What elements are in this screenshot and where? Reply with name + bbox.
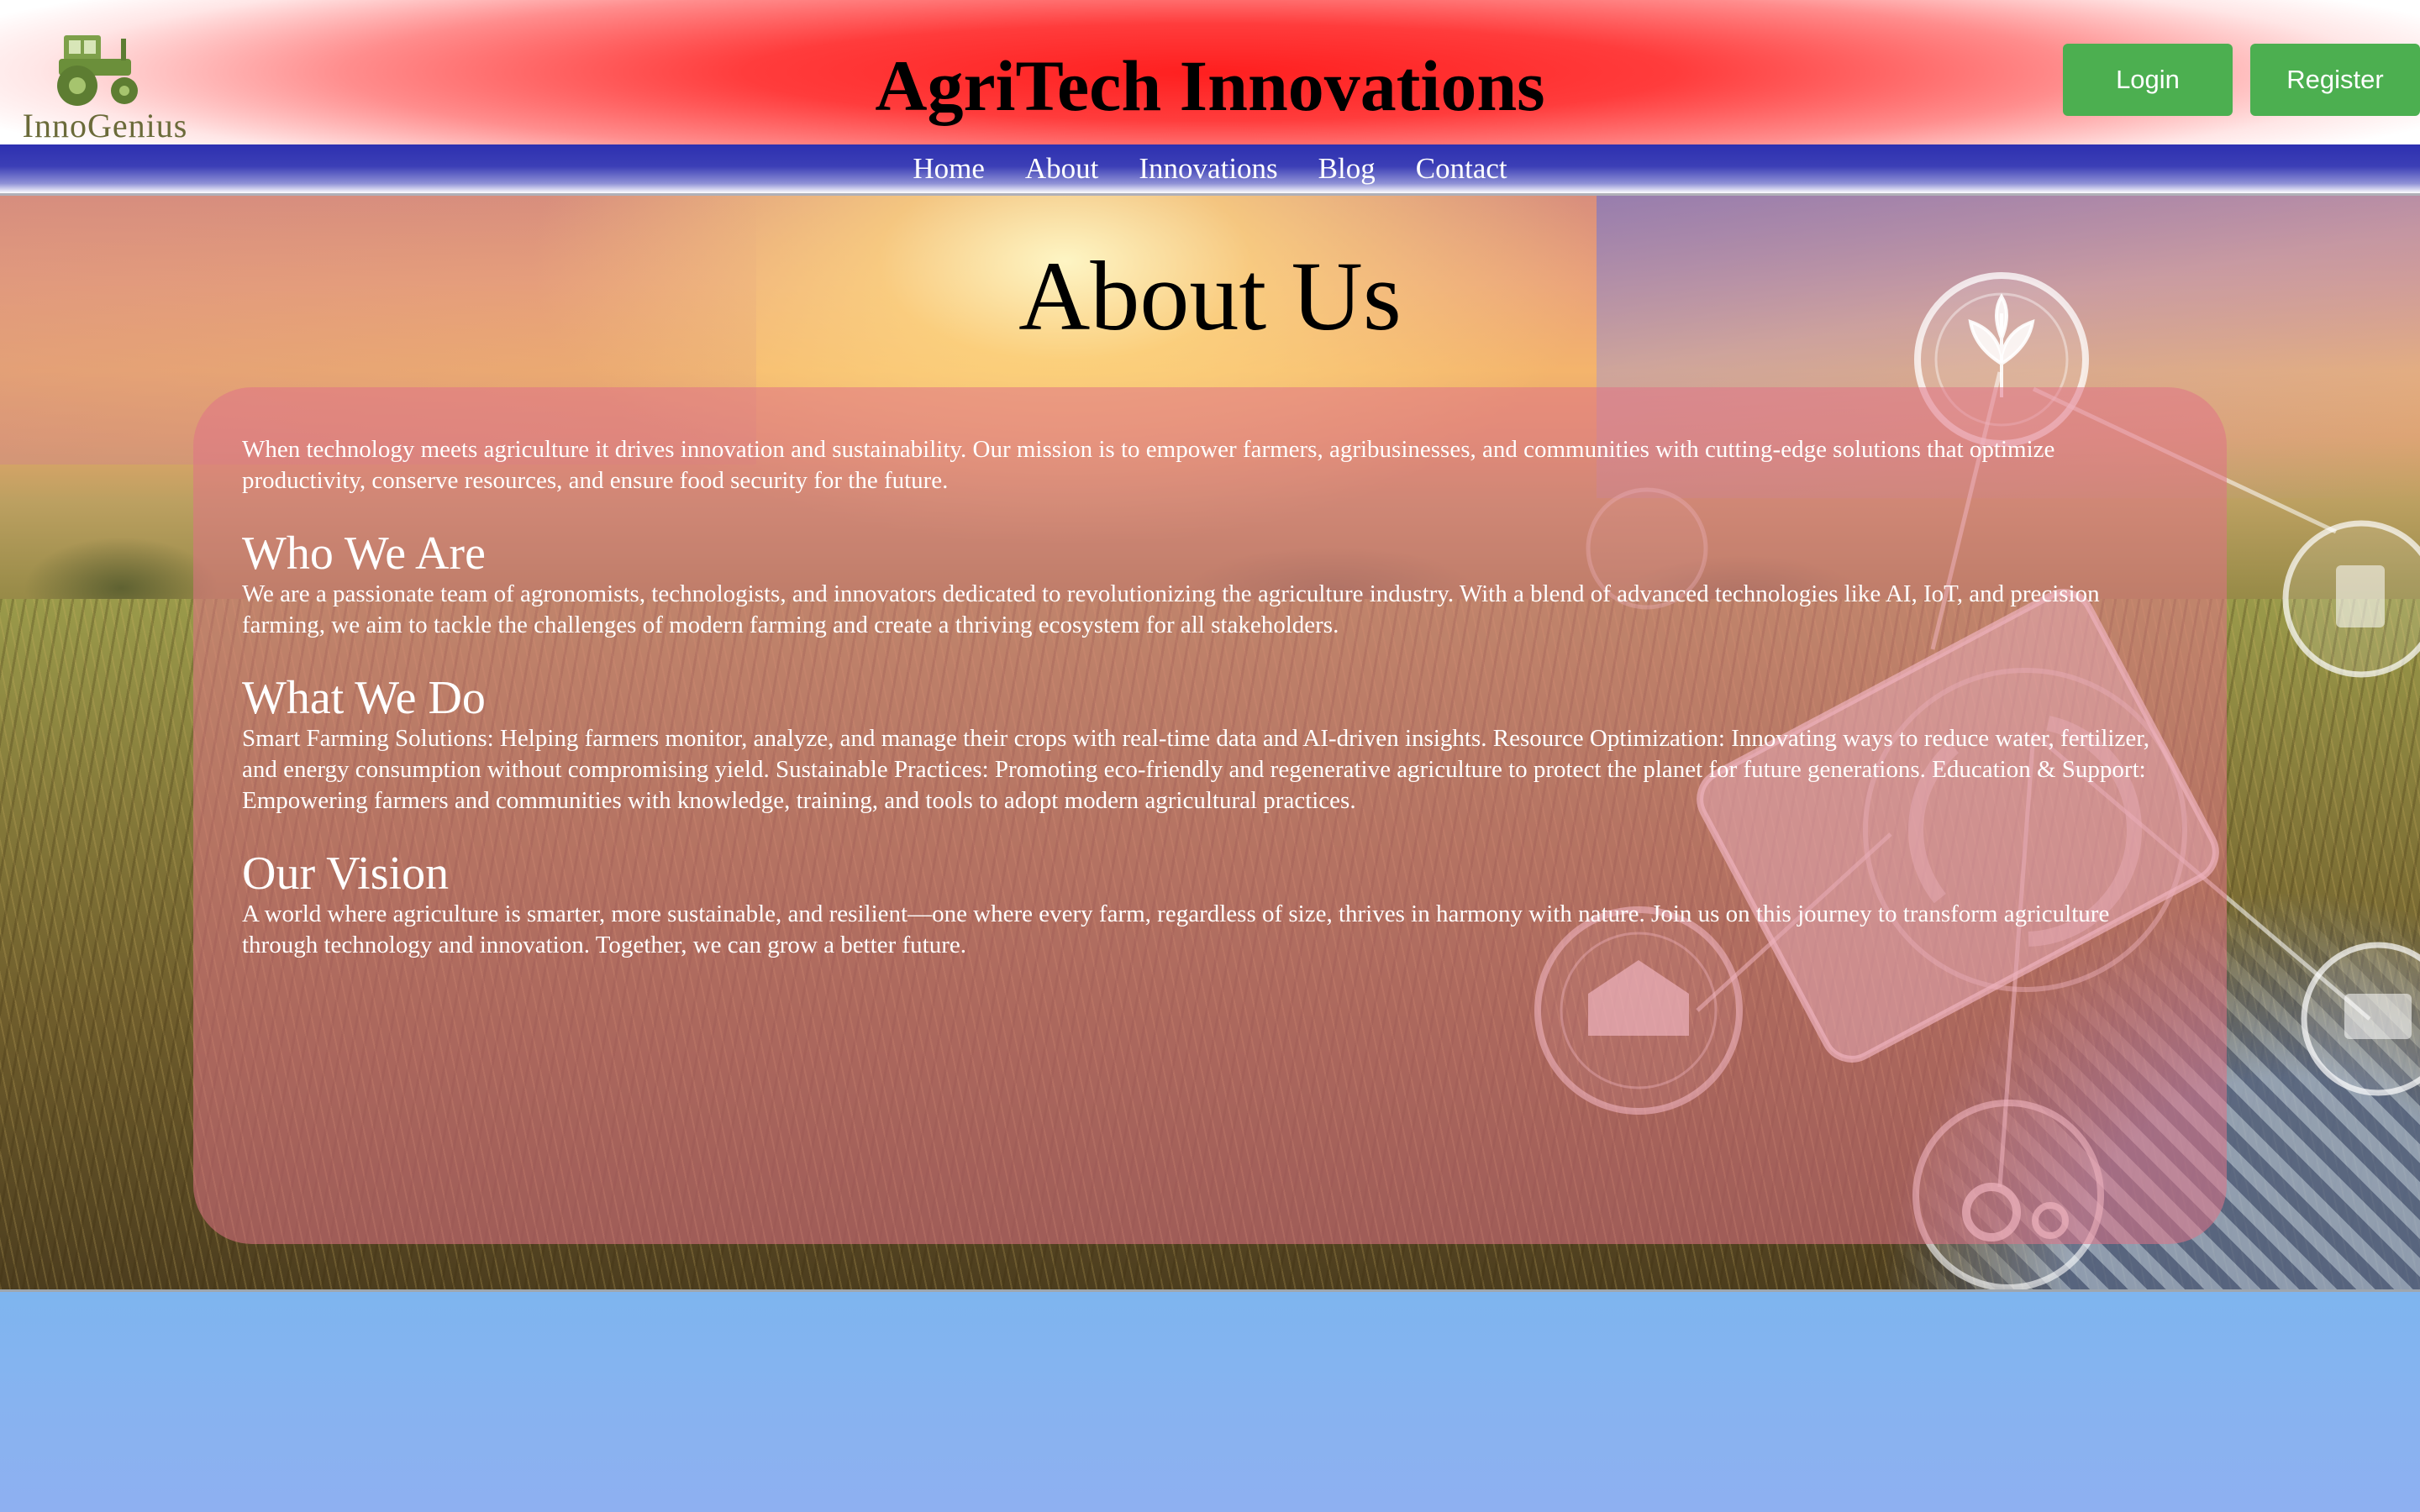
section-who-we-are: Who We Are We are a passionate team of a… — [242, 528, 2178, 641]
site-title: AgriTech Innovations — [875, 45, 1545, 126]
page-title: About Us — [1018, 241, 1402, 351]
section-heading: Our Vision — [242, 848, 450, 900]
section-what-we-do: What We Do Smart Farming Solutions: Help… — [242, 673, 2178, 816]
money-icon — [2301, 942, 2420, 1096]
section-text: Smart Farming Solutions: Helping farmers… — [242, 725, 2149, 814]
site-header: InnoGenius AgriTech Innovations Login Re… — [0, 0, 2420, 144]
about-hero: About Us When technology meets agricultu… — [0, 196, 2420, 1289]
nav-item-contact[interactable]: Contact — [1416, 152, 1507, 186]
nav-item-blog[interactable]: Blog — [1318, 152, 1376, 186]
section-heading: Who We Are — [242, 528, 486, 580]
section-heading: What We Do — [242, 672, 486, 724]
section-text: We are a passionate team of agronomists,… — [242, 580, 2100, 638]
section-our-vision: Our Vision A world where agriculture is … — [242, 848, 2178, 961]
register-button[interactable]: Register — [2250, 44, 2420, 116]
about-content-card: When technology meets agriculture it dri… — [193, 387, 2227, 1244]
intro-paragraph: When technology meets agriculture it dri… — [242, 436, 2055, 494]
nav-item-home[interactable]: Home — [913, 152, 985, 186]
login-button[interactable]: Login — [2063, 44, 2233, 116]
nav-item-about[interactable]: About — [1025, 152, 1099, 186]
main-nav: Home About Innovations Blog Contact — [0, 144, 2420, 193]
nav-item-innovations[interactable]: Innovations — [1139, 152, 1277, 186]
footer — [0, 1292, 2420, 1512]
document-icon — [2282, 520, 2420, 678]
section-text: A world where agriculture is smarter, mo… — [242, 900, 2110, 958]
